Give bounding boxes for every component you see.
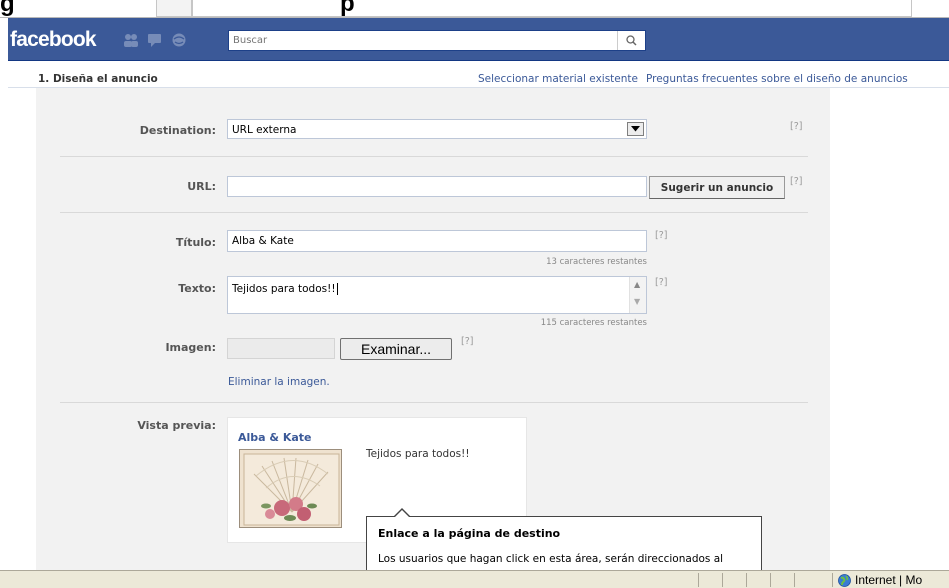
divider [60, 156, 808, 157]
status-separator [770, 573, 771, 587]
chevron-down-icon[interactable] [627, 122, 644, 136]
search-icon [626, 35, 637, 46]
preview-label: Vista previa: [137, 419, 216, 432]
search-box [228, 30, 646, 51]
title-input[interactable] [227, 230, 647, 252]
destination-select[interactable]: URL externa [227, 119, 647, 139]
browse-button[interactable]: Examinar... [340, 338, 452, 360]
facebook-header: facebook [8, 18, 949, 61]
destination-value: URL externa [232, 124, 297, 136]
search-button[interactable] [617, 31, 645, 50]
url-input[interactable] [227, 176, 647, 197]
image-file-path[interactable] [227, 338, 335, 359]
browser-top-strip: g p [0, 0, 949, 18]
status-separator [794, 573, 795, 587]
facebook-logo[interactable]: facebook [10, 28, 97, 52]
status-separator [832, 573, 833, 587]
title-help[interactable]: [?] [655, 230, 667, 241]
text-value: Tejidos para todos!! [232, 283, 338, 295]
preview-ad-body[interactable]: Tejidos para todos!! [366, 448, 470, 460]
text-help[interactable]: [?] [655, 277, 667, 288]
security-zone[interactable]: Internet | Mo [838, 573, 922, 587]
divider [60, 212, 808, 213]
status-separator [722, 573, 723, 587]
friends-icon[interactable] [123, 33, 139, 47]
text-label: Texto: [178, 282, 216, 295]
image-label: Imagen: [165, 341, 216, 354]
url-label: URL: [187, 180, 216, 193]
section-header: 1. Diseña el anuncio Seleccionar materia… [8, 61, 949, 88]
globe-icon [838, 573, 851, 587]
tooltip-body: Los usuarios que hagan click en esta áre… [378, 553, 724, 565]
title-char-counter: 13 caracteres restantes [546, 257, 647, 267]
lace-fan-with-roses-image[interactable] [239, 449, 342, 528]
window-title-fragment: g [0, 0, 15, 17]
title-label: Título: [175, 236, 216, 249]
preview-ad-title[interactable]: Alba & Kate [238, 431, 312, 444]
destination-label: Destination: [139, 124, 216, 137]
tooltip-arrow-inner [395, 510, 409, 517]
text-char-counter: 115 caracteres restantes [540, 318, 647, 328]
scroll-down-icon[interactable]: ▼ [634, 297, 640, 306]
url-help[interactable]: [?] [790, 176, 802, 187]
tooltip-title: Enlace a la página de destino [378, 527, 561, 540]
select-existing-link[interactable]: Seleccionar material existente [478, 73, 638, 85]
scroll-up-icon[interactable]: ▲ [634, 280, 640, 289]
divider [60, 402, 808, 403]
security-zone-label: Internet | Mo [855, 573, 923, 587]
address-bar[interactable] [192, 0, 912, 17]
messages-icon[interactable] [147, 33, 163, 47]
section-title: 1. Diseña el anuncio [38, 73, 158, 85]
destination-tooltip: Enlace a la página de destino Los usuari… [366, 516, 762, 576]
browser-tab-stub[interactable] [156, 0, 192, 17]
browser-status-bar: Internet | Mo [0, 570, 949, 588]
header-links: Seleccionar material existente Preguntas … [478, 73, 908, 85]
notifications-icon[interactable] [171, 33, 187, 47]
status-separator [698, 573, 699, 587]
faq-link[interactable]: Preguntas frecuentes sobre el diseño de … [646, 73, 908, 85]
left-edge [0, 18, 8, 570]
header-jewels [123, 33, 187, 47]
window-title-fragment-2: p [340, 0, 355, 17]
text-textarea[interactable]: Tejidos para todos!! ▲ ▼ [227, 276, 647, 314]
remove-image-link[interactable]: Eliminar la imagen. [228, 376, 330, 388]
image-help[interactable]: [?] [461, 336, 473, 347]
status-separator [746, 573, 747, 587]
textarea-scrollbar[interactable]: ▲ ▼ [629, 277, 646, 313]
suggest-ad-button[interactable]: Sugerir un anuncio [649, 176, 785, 199]
destination-help[interactable]: [?] [790, 121, 802, 132]
search-input[interactable] [229, 31, 609, 50]
